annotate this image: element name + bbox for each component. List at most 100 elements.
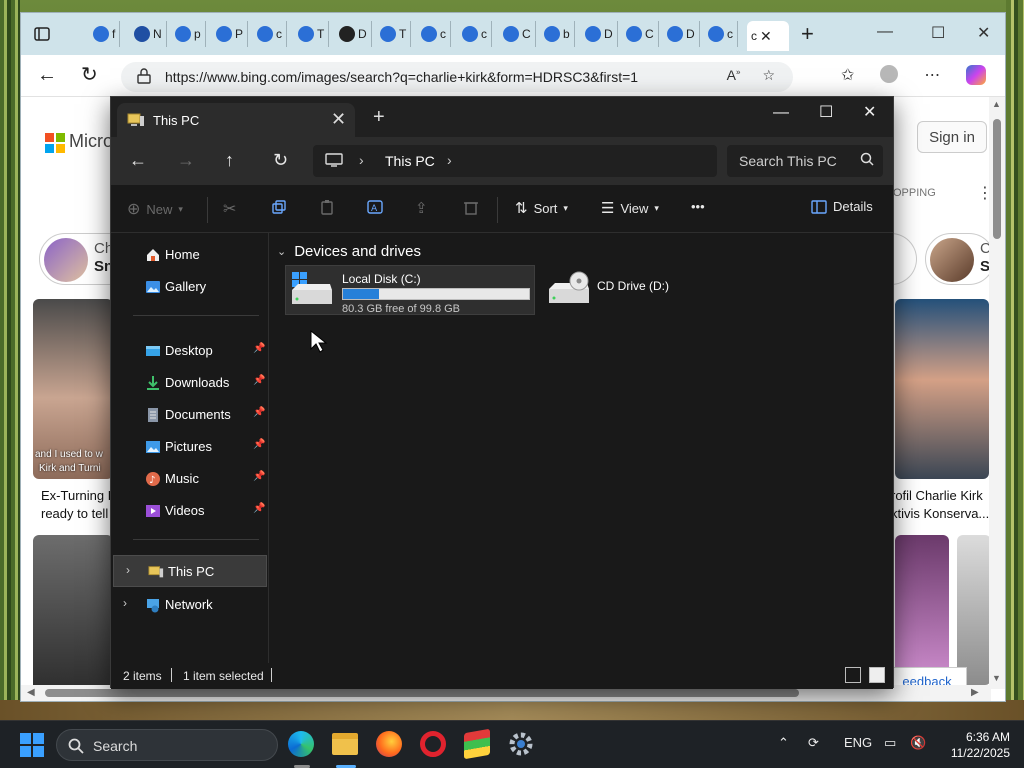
page-vertical-scrollbar[interactable]: ▲ ▼ bbox=[989, 97, 1005, 689]
pin-icon[interactable]: 📌 bbox=[253, 471, 265, 485]
search-input[interactable]: Search This PC bbox=[739, 153, 837, 169]
profile-avatar-icon[interactable] bbox=[880, 65, 899, 83]
minimize-icon[interactable]: — bbox=[773, 103, 789, 123]
browser-tab[interactable]: D bbox=[581, 21, 618, 47]
chevron-right-icon[interactable]: › bbox=[447, 152, 452, 168]
maximize-icon[interactable]: ☐ bbox=[931, 23, 945, 43]
favorite-star-icon[interactable]: ☆ bbox=[762, 67, 775, 84]
feedback-button[interactable]: eedback bbox=[887, 667, 967, 687]
pin-icon[interactable]: 📌 bbox=[253, 375, 265, 389]
rename-icon[interactable]: A bbox=[367, 199, 383, 215]
sign-in-button[interactable]: Sign in bbox=[917, 121, 987, 153]
scroll-up-icon[interactable]: ▲ bbox=[992, 99, 1001, 109]
new-button[interactable]: ⊕ New ▾ bbox=[127, 199, 183, 219]
drive-local-disk-c[interactable]: Local Disk (C:) 80.3 GB free of 99.8 GB bbox=[285, 265, 535, 315]
pin-icon[interactable]: 📌 bbox=[253, 503, 265, 517]
search-box[interactable]: Search This PC bbox=[727, 145, 883, 177]
browser-tab[interactable]: C bbox=[499, 21, 536, 47]
image-caption[interactable]: Ex-Turning F ready to tell bbox=[41, 487, 116, 523]
browser-tab[interactable]: T bbox=[376, 21, 412, 47]
scroll-down-icon[interactable]: ▼ bbox=[992, 673, 1001, 683]
image-result[interactable] bbox=[895, 299, 989, 479]
pin-icon[interactable]: 📌 bbox=[253, 343, 265, 357]
up-icon[interactable]: ↑ bbox=[225, 149, 234, 171]
close-icon[interactable]: ✕ bbox=[977, 23, 990, 43]
expand-chevron-icon[interactable]: › bbox=[126, 563, 130, 577]
settings-more-icon[interactable]: ⋯ bbox=[924, 65, 940, 85]
group-header-devices[interactable]: ⌄ Devices and drives bbox=[277, 243, 421, 260]
pin-icon[interactable]: 📌 bbox=[253, 407, 265, 421]
sidebar-item-music[interactable]: ♪ Music 📌 bbox=[111, 465, 267, 493]
show-hidden-icons-chevron-icon[interactable]: ⌃ bbox=[778, 735, 789, 751]
chevron-right-icon[interactable]: › bbox=[359, 152, 364, 168]
copilot-icon[interactable] bbox=[966, 65, 987, 85]
browser-tab-active[interactable]: c ✕ bbox=[747, 21, 789, 51]
pin-icon[interactable]: 📌 bbox=[253, 439, 265, 453]
volume-muted-icon[interactable]: 🔇 bbox=[910, 735, 926, 751]
details-pane-button[interactable]: Details bbox=[811, 199, 873, 214]
share-icon[interactable]: ⇪ bbox=[415, 199, 428, 217]
browser-tab[interactable]: D bbox=[335, 21, 372, 47]
start-button[interactable] bbox=[20, 733, 44, 757]
firefox-app-icon[interactable] bbox=[376, 731, 404, 759]
url-field[interactable]: https://www.bing.com/images/search?q=cha… bbox=[121, 62, 793, 92]
display-icon[interactable]: ▭ bbox=[884, 735, 896, 751]
address-breadcrumb[interactable]: › This PC › bbox=[313, 145, 717, 177]
tab-actions-icon[interactable] bbox=[33, 25, 51, 43]
paste-icon[interactable] bbox=[319, 199, 335, 215]
view-button[interactable]: ☰ View ▾ bbox=[601, 199, 659, 217]
details-view-icon[interactable] bbox=[845, 667, 861, 683]
related-search-chip-right[interactable]: C S bbox=[925, 233, 991, 285]
sync-alert-icon[interactable]: ⟳ bbox=[808, 735, 819, 751]
settings-gear-icon[interactable] bbox=[508, 731, 536, 759]
tiles-view-icon[interactable] bbox=[869, 667, 885, 683]
layers-app-icon[interactable] bbox=[464, 728, 492, 760]
edge-app-icon[interactable] bbox=[288, 731, 316, 768]
more-options-button[interactable]: ••• bbox=[691, 199, 705, 214]
drive-cd-d[interactable]: CD Drive (D:) bbox=[541, 265, 741, 315]
browser-tab[interactable]: b bbox=[540, 21, 575, 47]
sidebar-item-this-pc[interactable]: › This PC bbox=[113, 555, 267, 587]
new-tab-button[interactable]: + bbox=[373, 107, 385, 127]
maximize-icon[interactable]: ☐ bbox=[819, 103, 833, 123]
sort-button[interactable]: ⇅ Sort ▾ bbox=[515, 199, 568, 217]
opera-app-icon[interactable] bbox=[420, 731, 448, 759]
browser-tab[interactable]: C bbox=[622, 21, 659, 47]
browser-tab[interactable]: P bbox=[212, 21, 249, 47]
close-icon[interactable]: ✕ bbox=[863, 103, 876, 123]
scroll-right-icon[interactable]: ▶ bbox=[971, 687, 979, 698]
copy-icon[interactable] bbox=[271, 199, 287, 215]
favorites-icon[interactable]: ✩ bbox=[841, 65, 854, 85]
browser-tab[interactable]: p bbox=[171, 21, 206, 47]
sidebar-item-network[interactable]: › Network bbox=[111, 591, 267, 619]
browser-tab[interactable]: c bbox=[458, 21, 492, 47]
language-indicator[interactable]: ENG bbox=[844, 735, 872, 750]
refresh-icon[interactable]: ↻ bbox=[81, 63, 98, 87]
forward-icon[interactable]: → bbox=[177, 149, 195, 171]
system-clock[interactable]: 6:36 AM 11/22/2025 bbox=[940, 729, 1010, 761]
browser-tab[interactable]: D bbox=[663, 21, 700, 47]
sidebar-item-gallery[interactable]: Gallery bbox=[111, 273, 267, 301]
back-icon[interactable]: ← bbox=[37, 63, 57, 87]
browser-tab[interactable]: c bbox=[417, 21, 451, 47]
sidebar-item-pictures[interactable]: Pictures 📌 bbox=[111, 433, 267, 461]
expand-chevron-icon[interactable]: › bbox=[123, 596, 127, 610]
minimize-icon[interactable]: — bbox=[877, 23, 893, 41]
sidebar-item-desktop[interactable]: Desktop 📌 bbox=[111, 337, 267, 365]
refresh-icon[interactable]: ↻ bbox=[273, 149, 288, 171]
image-result[interactable] bbox=[33, 535, 113, 687]
new-browser-tab-button[interactable]: + bbox=[801, 23, 814, 45]
breadcrumb-this-pc[interactable]: This PC bbox=[385, 153, 435, 169]
sidebar-item-downloads[interactable]: Downloads 📌 bbox=[111, 369, 267, 397]
image-result[interactable] bbox=[957, 535, 991, 685]
close-tab-icon[interactable]: ✕ bbox=[760, 28, 772, 45]
sidebar-item-documents[interactable]: Documents 📌 bbox=[111, 401, 267, 429]
sidebar-item-home[interactable]: Home bbox=[111, 241, 267, 269]
image-result[interactable]: and I used to w Kirk and Turni bbox=[33, 299, 113, 479]
image-caption[interactable]: rofil Charlie Kirk ktivis Konserva... bbox=[891, 487, 989, 523]
taskbar-search-box[interactable]: Search bbox=[56, 729, 278, 761]
browser-tab[interactable]: c bbox=[704, 21, 738, 47]
browser-tab[interactable]: T bbox=[294, 21, 330, 47]
shopping-tab[interactable]: OPPING bbox=[893, 187, 936, 199]
browser-tab[interactable]: N bbox=[130, 21, 167, 47]
